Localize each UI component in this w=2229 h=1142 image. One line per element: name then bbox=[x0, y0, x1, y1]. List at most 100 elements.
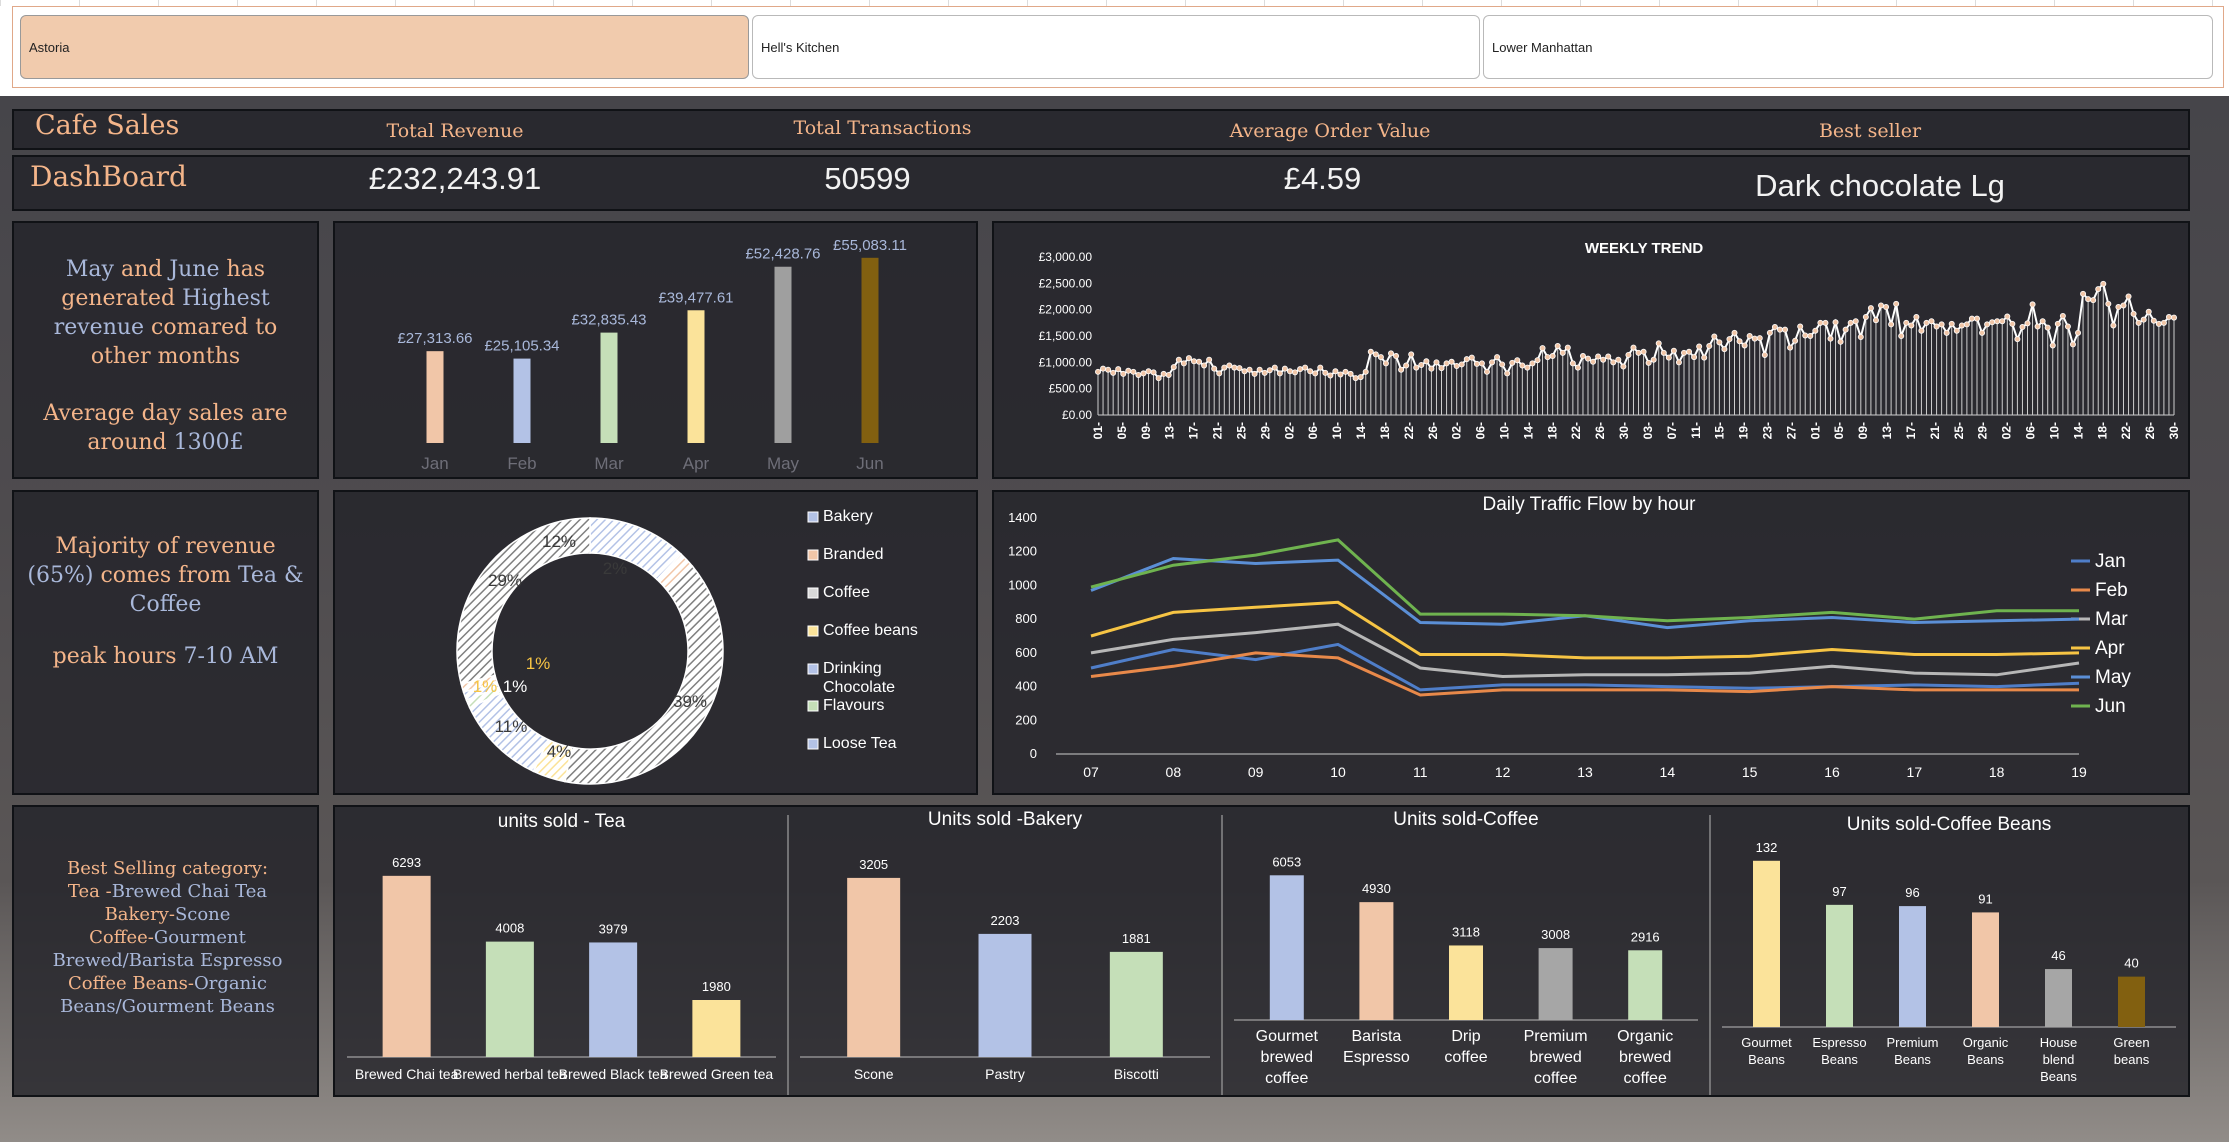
units-coffee-bar bbox=[1628, 950, 1663, 1020]
weekly-point bbox=[1878, 302, 1885, 309]
weekly-point bbox=[1817, 319, 1824, 326]
weekly-point bbox=[2014, 336, 2021, 343]
insight-month-may: May bbox=[65, 257, 114, 282]
weekly-point bbox=[1509, 359, 1516, 366]
kpi-revenue-label: Total Revenue bbox=[386, 120, 524, 142]
weekly-point bbox=[1943, 329, 1950, 336]
weekly-point bbox=[1236, 365, 1243, 372]
weekly-x-tick: 30- bbox=[2167, 422, 2181, 439]
traffic-x-tick: 12 bbox=[1495, 764, 1511, 780]
weekly-point bbox=[2105, 300, 2112, 307]
weekly-x-tick: 15- bbox=[1713, 422, 1727, 439]
monthly-bar bbox=[513, 358, 531, 443]
traffic-y-tick: 200 bbox=[1015, 712, 1037, 727]
weekly-point bbox=[1968, 315, 1975, 322]
weekly-point bbox=[1276, 370, 1283, 377]
donut-legend-swatch bbox=[807, 663, 819, 675]
weekly-point bbox=[1403, 362, 1410, 369]
weekly-point bbox=[1989, 319, 1996, 326]
weekly-point bbox=[1478, 360, 1485, 367]
weekly-x-tick: 13- bbox=[1163, 422, 1177, 439]
weekly-point bbox=[2029, 301, 2036, 308]
units-coffee-x-label: brewed bbox=[1529, 1049, 1581, 1066]
donut-slice-label: 1% bbox=[473, 677, 498, 696]
weekly-x-tick: 14- bbox=[1521, 422, 1535, 439]
weekly-point bbox=[2110, 322, 2117, 329]
monthly-x-label: Feb bbox=[507, 454, 536, 473]
weekly-x-tick: 06- bbox=[1306, 422, 1320, 439]
weekly-point bbox=[1963, 321, 1970, 328]
units-tea-x-label: Brewed Black tea bbox=[559, 1066, 668, 1082]
units-tea-x-label: Brewed Green tea bbox=[660, 1066, 774, 1082]
weekly-point bbox=[2059, 312, 2066, 319]
weekly-point bbox=[1615, 356, 1622, 363]
kpi-transactions-value: 50599 bbox=[824, 161, 911, 196]
units-coffee-x-label: Organic bbox=[1617, 1028, 1673, 1045]
units-coffee-beans-x-label: Green bbox=[2113, 1035, 2149, 1050]
units-tea-title: units sold - Tea bbox=[498, 811, 626, 832]
weekly-x-tick: 21- bbox=[1928, 422, 1942, 439]
units-coffee-x-label: Gourmet bbox=[1256, 1028, 1319, 1045]
donut-legend-swatch bbox=[807, 587, 819, 599]
insight-value: (65%) bbox=[27, 563, 94, 588]
weekly-point bbox=[1610, 359, 1617, 366]
weekly-point bbox=[1281, 365, 1288, 372]
weekly-point bbox=[1297, 366, 1304, 373]
monthly-revenue-panel: £27,313.66 Jan £25,105.34 Feb £32,835.43 Mar £… bbox=[333, 221, 978, 479]
donut-legend-label: Coffee beans bbox=[823, 622, 918, 639]
weekly-point bbox=[1120, 370, 1127, 377]
weekly-point bbox=[1958, 322, 1965, 329]
weekly-point bbox=[1948, 320, 1955, 327]
weekly-point bbox=[1792, 337, 1799, 344]
slicer-astoria[interactable]: Astoria bbox=[20, 15, 749, 79]
weekly-point bbox=[2095, 286, 2102, 293]
bestselling-category: Coffee- bbox=[89, 927, 154, 948]
insight-box-mix: Majority of revenue (65%) comes from Tea… bbox=[12, 490, 319, 795]
weekly-point bbox=[1342, 368, 1349, 375]
traffic-legend-label: May bbox=[2095, 667, 2131, 688]
insight-text: Majority of revenue bbox=[55, 534, 276, 559]
monthly-bar bbox=[861, 257, 879, 443]
weekly-point bbox=[1362, 368, 1369, 375]
weekly-point bbox=[1226, 362, 1233, 369]
weekly-point bbox=[1443, 360, 1450, 367]
weekly-point bbox=[1867, 305, 1874, 312]
weekly-point bbox=[1206, 356, 1213, 363]
weekly-x-tick: 06- bbox=[2024, 422, 2038, 439]
weekly-x-tick: 22- bbox=[1402, 422, 1416, 439]
traffic-x-tick: 19 bbox=[2071, 764, 2087, 780]
donut-slice-label: 1% bbox=[526, 654, 551, 673]
donut-legend-swatch bbox=[807, 700, 819, 712]
weekly-point bbox=[1534, 357, 1541, 364]
units-coffee-beans-x-label: blend bbox=[2043, 1052, 2075, 1067]
weekly-point bbox=[1680, 349, 1687, 356]
weekly-point bbox=[1665, 354, 1672, 361]
traffic-title: Daily Traffic Flow by hour bbox=[1483, 494, 1697, 515]
weekly-x-tick: 01- bbox=[1091, 422, 1105, 439]
weekly-point bbox=[1504, 370, 1511, 377]
weekly-y-tick: £1,500.00 bbox=[1039, 329, 1093, 343]
weekly-point bbox=[1519, 362, 1526, 369]
weekly-point bbox=[1549, 353, 1556, 360]
weekly-point bbox=[1524, 364, 1531, 371]
weekly-point bbox=[1862, 314, 1869, 321]
weekly-point bbox=[1357, 374, 1364, 381]
monthly-bar-label: £39,477.61 bbox=[658, 289, 733, 306]
insight-box-revenue: May and June has generated Highest reven… bbox=[12, 221, 319, 479]
units-bakery-value-label: 2203 bbox=[991, 913, 1020, 928]
slicer-lower-manhattan[interactable]: Lower Manhattan bbox=[1483, 15, 2213, 79]
traffic-y-tick: 1400 bbox=[1008, 510, 1037, 525]
weekly-point bbox=[1135, 371, 1142, 378]
weekly-x-tick: 02- bbox=[1282, 422, 1296, 439]
donut-slice-label: 11% bbox=[495, 717, 528, 736]
units-coffee-beans-value-label: 91 bbox=[1978, 891, 1992, 906]
insight-box-bestsellers: Best Selling category: Tea -Brewed Chai … bbox=[12, 805, 319, 1097]
weekly-point bbox=[1327, 372, 1334, 379]
donut-slice-label: 4% bbox=[547, 742, 572, 761]
weekly-x-tick: 25- bbox=[1952, 422, 1966, 439]
weekly-point bbox=[1175, 356, 1182, 363]
weekly-point bbox=[1564, 344, 1571, 351]
weekly-point bbox=[1286, 368, 1293, 375]
slicer-hells-kitchen[interactable]: Hell's Kitchen bbox=[752, 15, 1480, 79]
weekly-point bbox=[1812, 327, 1819, 334]
